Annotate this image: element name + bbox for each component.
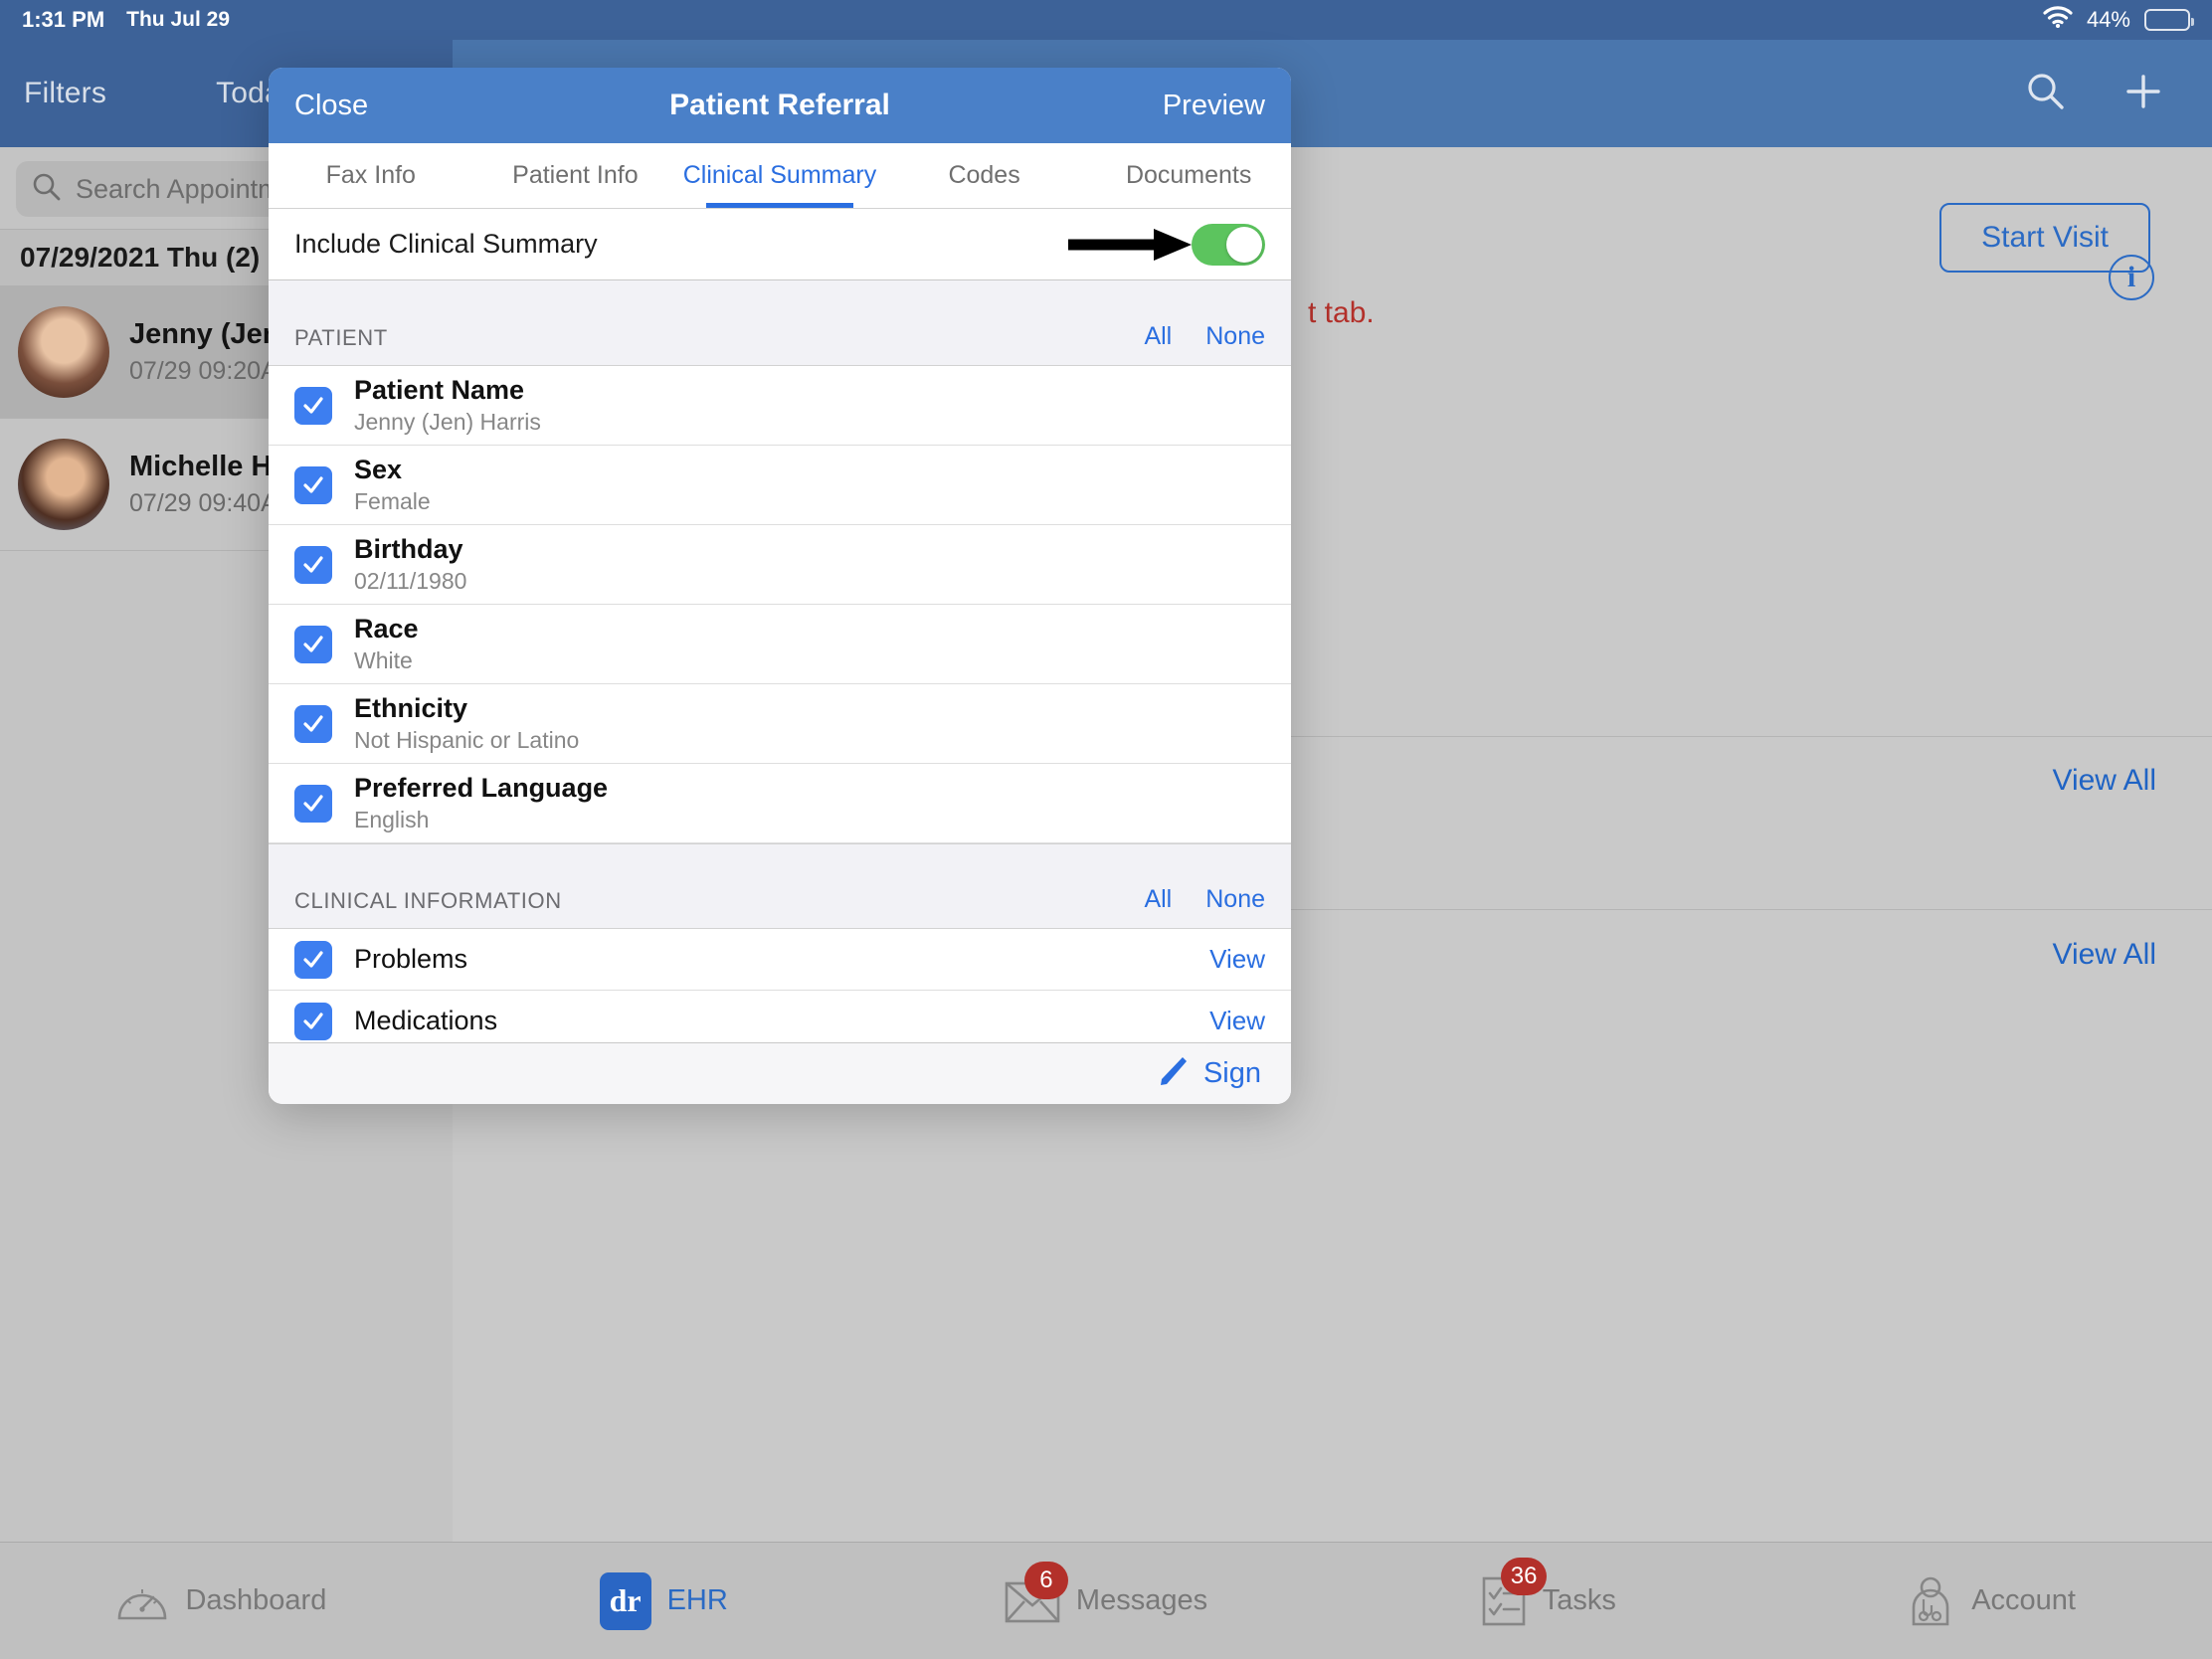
- section-header-patient: PATIENT All None: [269, 280, 1291, 366]
- section-title: CLINICAL INFORMATION: [294, 888, 562, 913]
- messages-badge: 6: [1023, 1561, 1068, 1599]
- list-item[interactable]: Sex Female: [269, 446, 1291, 525]
- checkbox-checked[interactable]: [294, 940, 332, 979]
- tab-account[interactable]: Account: [1769, 1575, 2212, 1627]
- gauge-icon: [115, 1578, 169, 1624]
- item-value: Female: [354, 488, 431, 514]
- avatar: [18, 306, 109, 398]
- battery-percent: 44%: [2086, 7, 2130, 32]
- tab-documents[interactable]: Documents: [1086, 143, 1291, 208]
- tab-codes[interactable]: Codes: [882, 143, 1087, 208]
- section-title: PATIENT: [294, 325, 388, 350]
- checkbox-checked[interactable]: [294, 386, 332, 425]
- screen-root: 1:31 PM Thu Jul 29 44% Filters Today Sea…: [0, 0, 2212, 1659]
- modal-title: Patient Referral: [669, 89, 890, 121]
- search-icon: [32, 172, 62, 207]
- battery-icon: [2144, 9, 2194, 31]
- item-title: Ethnicity: [354, 693, 468, 723]
- list-item[interactable]: Race White: [269, 605, 1291, 684]
- envelope-icon: 6: [1005, 1561, 1068, 1623]
- tab-label: Tasks: [1542, 1584, 1616, 1616]
- include-clinical-summary-toggle[interactable]: [1192, 223, 1265, 266]
- preview-button[interactable]: Preview: [1163, 90, 1265, 122]
- select-all-clinical[interactable]: All: [1144, 885, 1172, 914]
- doctor-icon: [1906, 1575, 1955, 1627]
- item-value: White: [354, 647, 413, 673]
- plus-icon[interactable]: [2122, 71, 2164, 117]
- tab-fax-info[interactable]: Fax Info: [269, 143, 473, 208]
- status-bar: 1:31 PM Thu Jul 29 44%: [0, 0, 2212, 40]
- view-all-link[interactable]: View All: [2052, 938, 2156, 972]
- tab-label: Dashboard: [185, 1584, 327, 1616]
- checkbox-checked[interactable]: [294, 704, 332, 743]
- view-link[interactable]: View: [1209, 944, 1265, 975]
- arrow-right-annotation: [1066, 227, 1196, 263]
- modal-footer: Sign: [269, 1042, 1291, 1104]
- sign-button[interactable]: Sign: [1203, 1057, 1261, 1090]
- section-header-clinical-information: CLINICAL INFORMATION All None: [269, 843, 1291, 929]
- status-bar-time: 1:31 PM: [22, 7, 105, 32]
- bottom-tab-bar: Dashboard dr EHR 6 Messages 36 Tasks Acc…: [0, 1542, 2212, 1659]
- list-item[interactable]: Patient Name Jenny (Jen) Harris: [269, 366, 1291, 446]
- view-link[interactable]: View: [1209, 1006, 1265, 1036]
- tab-dashboard[interactable]: Dashboard: [0, 1578, 443, 1624]
- tab-ehr[interactable]: dr EHR: [443, 1571, 885, 1630]
- item-title: Birthday: [354, 534, 463, 564]
- checkbox-checked[interactable]: [294, 545, 332, 584]
- tasks-badge: 36: [1500, 1557, 1548, 1595]
- modal-header: Close Patient Referral Preview: [269, 68, 1291, 143]
- checkbox-checked[interactable]: [294, 465, 332, 504]
- select-none-patient[interactable]: None: [1205, 322, 1265, 351]
- dr-logo-icon: dr: [599, 1571, 651, 1630]
- checkbox-checked[interactable]: [294, 1002, 332, 1040]
- close-button[interactable]: Close: [294, 90, 368, 122]
- modal-tab-strip: Fax Info Patient Info Clinical Summary C…: [269, 143, 1291, 209]
- select-all-patient[interactable]: All: [1144, 322, 1172, 351]
- item-title: Patient Name: [354, 375, 525, 405]
- item-value: Jenny (Jen) Harris: [354, 409, 541, 435]
- view-all-link[interactable]: View All: [2052, 764, 2156, 798]
- checklist-icon: 36: [1481, 1557, 1548, 1627]
- wifi-icon: [2043, 6, 2073, 34]
- tab-label: EHR: [666, 1584, 728, 1616]
- avatar: [18, 439, 109, 530]
- search-icon[interactable]: [2025, 71, 2067, 117]
- modal-body: Include Clinical Summary PATIENT All Non…: [269, 209, 1291, 1042]
- list-item[interactable]: Birthday 02/11/1980: [269, 525, 1291, 605]
- item-title: Preferred Language: [354, 773, 609, 803]
- checkbox-checked[interactable]: [294, 625, 332, 663]
- item-title: Sex: [354, 455, 403, 484]
- item-title: Medications: [354, 1006, 498, 1035]
- list-item[interactable]: Problems View: [269, 929, 1291, 991]
- item-title: Race: [354, 614, 419, 644]
- filters-button[interactable]: Filters: [24, 77, 106, 110]
- tab-label: Account: [1971, 1584, 2076, 1616]
- start-visit-button[interactable]: Start Visit: [1939, 203, 2150, 273]
- list-item[interactable]: Medications View: [269, 991, 1291, 1042]
- select-none-clinical[interactable]: None: [1205, 885, 1265, 914]
- checkbox-checked[interactable]: [294, 784, 332, 823]
- item-title: Problems: [354, 944, 468, 974]
- include-clinical-summary-row: Include Clinical Summary: [269, 209, 1291, 280]
- patient-referral-modal: Close Patient Referral Preview Fax Info …: [269, 68, 1291, 1104]
- item-value: Not Hispanic or Latino: [354, 727, 580, 753]
- item-value: 02/11/1980: [354, 568, 467, 594]
- list-item[interactable]: Preferred Language English: [269, 764, 1291, 843]
- status-bar-date: Thu Jul 29: [126, 8, 231, 31]
- tab-patient-info[interactable]: Patient Info: [473, 143, 678, 208]
- pen-icon[interactable]: [1156, 1054, 1190, 1093]
- tab-label: Messages: [1075, 1584, 1208, 1616]
- list-item[interactable]: Ethnicity Not Hispanic or Latino: [269, 684, 1291, 764]
- include-clinical-summary-label: Include Clinical Summary: [294, 229, 598, 259]
- tab-messages[interactable]: 6 Messages: [885, 1561, 1328, 1623]
- item-value: English: [354, 807, 430, 832]
- tab-tasks[interactable]: 36 Tasks: [1327, 1557, 1769, 1627]
- tab-clinical-summary[interactable]: Clinical Summary: [677, 143, 882, 208]
